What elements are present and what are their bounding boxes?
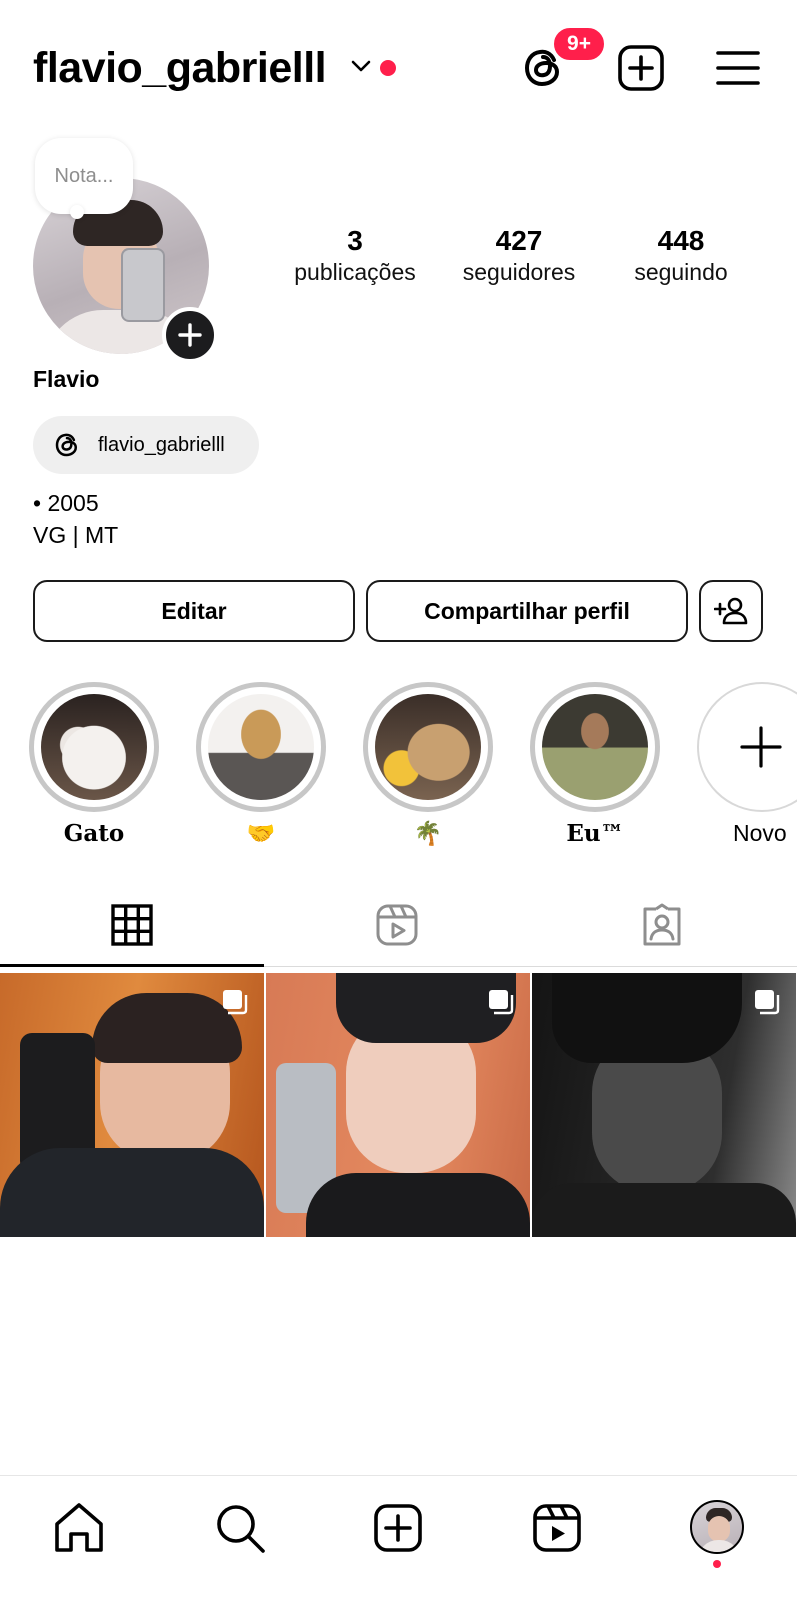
hamburger-menu-icon[interactable] <box>716 48 760 88</box>
threads-handle: flavio_gabrielll <box>98 433 225 456</box>
highlight-palm[interactable] <box>363 682 493 812</box>
stat-followers[interactable]: 427 seguidores <box>444 224 594 286</box>
create-post-icon[interactable] <box>617 44 665 92</box>
stat-posts[interactable]: 3 publicações <box>280 224 430 286</box>
bio-line: VG | MT <box>33 522 119 548</box>
highlight-gato[interactable] <box>29 682 159 812</box>
profile-tab-avatar[interactable] <box>690 1500 744 1554</box>
highlight-label: Novo <box>733 820 787 846</box>
chevron-down-icon[interactable] <box>350 58 372 74</box>
add-person-icon <box>714 597 748 625</box>
highlight-label: Gato <box>63 820 125 847</box>
reels-icon[interactable] <box>375 903 419 947</box>
multiple-photos-icon <box>223 990 248 1015</box>
highlight-cover-cat <box>41 694 147 800</box>
post-thumbnail[interactable] <box>0 973 264 1237</box>
plus-icon <box>740 726 782 768</box>
threads-icon <box>55 433 78 457</box>
active-tab-indicator <box>0 964 264 967</box>
reels-icon[interactable] <box>529 1500 585 1556</box>
highlight-cover-dog-suit <box>208 694 314 800</box>
profile-notification-dot <box>713 1560 721 1568</box>
highlight-cover-kid <box>542 694 648 800</box>
create-post-icon[interactable] <box>370 1500 426 1556</box>
search-icon[interactable] <box>212 1500 268 1556</box>
bottom-nav-divider <box>0 1475 797 1476</box>
stat-value: 427 <box>495 225 543 256</box>
post-thumbnail[interactable] <box>266 973 530 1237</box>
add-story-button[interactable] <box>162 307 218 363</box>
profile-display-name: Flavio <box>33 366 100 392</box>
highlight-label: 🌴 <box>413 820 443 846</box>
threads-profile-link[interactable]: flavio_gabrielll <box>33 416 259 474</box>
tagged-icon[interactable] <box>640 903 684 947</box>
post-thumbnail[interactable] <box>532 973 796 1237</box>
multiple-photos-icon <box>489 990 514 1015</box>
stat-following[interactable]: 448 seguindo <box>606 224 756 286</box>
stat-label: seguindo <box>634 259 728 285</box>
plus-icon <box>178 323 202 347</box>
highlight-cover-dog-glasses <box>375 694 481 800</box>
edit-profile-button[interactable]: Editar <box>33 580 355 642</box>
stat-value: 448 <box>657 225 705 256</box>
note-bubble-tail <box>70 205 84 219</box>
grid-icon[interactable] <box>110 903 154 947</box>
bio-line: • 2005 <box>33 490 99 516</box>
highlight-handshake[interactable] <box>196 682 326 812</box>
stat-value: 3 <box>347 225 363 256</box>
discover-people-button[interactable] <box>699 580 763 642</box>
note-bubble[interactable]: Nota... <box>35 138 133 214</box>
stat-label: seguidores <box>462 259 576 285</box>
new-highlight-button[interactable] <box>697 682 797 812</box>
highlight-label: 🤝 <box>246 820 276 846</box>
threads-notification-badge: 9+ <box>552 26 606 62</box>
home-icon[interactable] <box>51 1500 107 1556</box>
highlight-label: Eu™ <box>566 820 624 847</box>
account-notification-dot <box>380 60 396 76</box>
multiple-photos-icon <box>755 990 780 1015</box>
profile-username[interactable]: flavio_gabrielll <box>33 42 327 94</box>
stat-label: publicações <box>294 259 416 285</box>
share-profile-button[interactable]: Compartilhar perfil <box>366 580 688 642</box>
highlight-eu[interactable] <box>530 682 660 812</box>
